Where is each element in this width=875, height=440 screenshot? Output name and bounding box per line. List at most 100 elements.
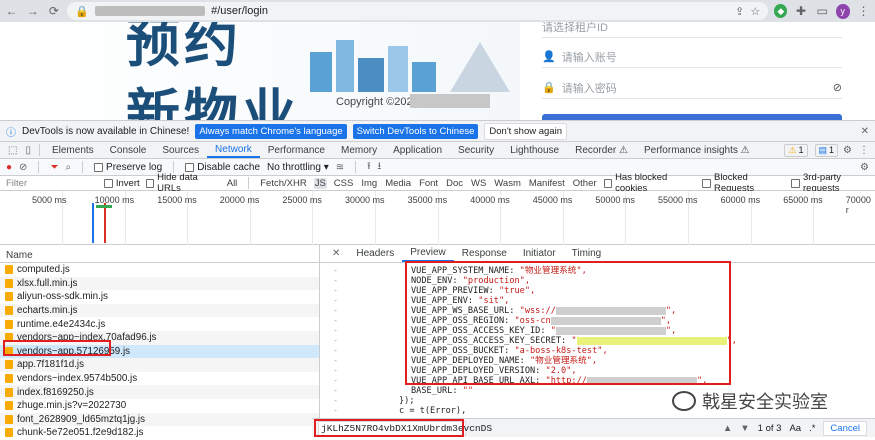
search-icon[interactable]: ⌕ [65, 162, 71, 173]
dont-show-again-button[interactable]: Don't show again [484, 122, 567, 140]
tab-network[interactable]: Network [207, 142, 260, 158]
request-row[interactable]: font_2628909_ld65mztq1jg.js [0, 412, 319, 427]
filter-type-media[interactable]: Media [384, 178, 412, 189]
inspect-element-icon[interactable]: ⬚ [4, 145, 21, 156]
preserve-log-checkbox[interactable]: Preserve log [94, 162, 162, 173]
request-row[interactable]: zhuge.min.js?v=2022730 [0, 399, 319, 413]
forward-icon[interactable]: → [25, 3, 40, 19]
filter-type-fetch-xhr[interactable]: Fetch/XHR [259, 178, 307, 189]
tab-preview[interactable]: Preview [402, 245, 454, 262]
request-row[interactable]: chunk-5e72e051.f2e9d182.js [0, 426, 319, 440]
close-detail-icon[interactable]: ✕ [324, 245, 348, 262]
filter-icon[interactable]: ⏷ [50, 162, 58, 173]
account-field[interactable]: 👤 请输入账号 [542, 46, 842, 68]
puzzle-extensions-icon[interactable]: ✚ [793, 3, 808, 19]
request-row[interactable]: echarts.min.js [0, 303, 319, 318]
record-icon[interactable]: ● [6, 162, 12, 173]
request-row[interactable]: app.7f181f1d.js [0, 358, 319, 372]
filter-type-font[interactable]: Font [418, 178, 439, 189]
password-field[interactable]: 🔒 请输入密码 ⊘ [542, 77, 842, 99]
settings-gear-icon[interactable]: ⚙ [841, 145, 854, 156]
request-row[interactable]: vendors~app~index.70afad96.js [0, 330, 319, 345]
request-name: zhuge.min.js?v=2022730 [17, 400, 127, 412]
filter-type-doc[interactable]: Doc [445, 178, 464, 189]
extension-icon[interactable]: ◆ [774, 4, 788, 18]
tab-timing[interactable]: Timing [564, 245, 610, 262]
tab-security[interactable]: Security [450, 142, 502, 158]
import-har-icon[interactable]: ⭱ [367, 159, 371, 176]
profile-avatar[interactable]: y [835, 3, 850, 19]
warnings-badge[interactable]: ⚠ 1 [784, 143, 808, 157]
filter-type-img[interactable]: Img [360, 178, 378, 189]
clear-icon[interactable]: ⊘ [19, 162, 27, 173]
name-column-header[interactable]: Name [0, 249, 319, 263]
request-row[interactable]: runtime.e4e2434c.js [0, 317, 319, 331]
detail-tabs: ✕ Headers Preview Response Initiator Tim… [320, 245, 875, 263]
close-icon[interactable]: ✕ [861, 126, 869, 137]
filter-type-all[interactable]: All [226, 178, 239, 189]
always-match-language-button[interactable]: Always match Chrome's language [195, 123, 347, 139]
search-input[interactable]: jKLhZ5N7RO4vbDX1XmUbrdm3evcnDS [318, 420, 492, 436]
timeline-tick-label: 55000 ms [658, 195, 698, 205]
filter-type-other[interactable]: Other [572, 178, 598, 189]
timeline-tick-label: 65000 ms [783, 195, 823, 205]
messages-badge[interactable]: ▤ 1 [814, 143, 839, 157]
filter-type-manifest[interactable]: Manifest [528, 178, 566, 189]
filter-type-js[interactable]: JS [313, 177, 327, 189]
network-timeline-overview[interactable]: 5000 ms 10000 ms 15000 ms 20000 ms 25000 ms 3… [0, 191, 875, 245]
tab-headers[interactable]: Headers [348, 245, 402, 262]
tab-response[interactable]: Response [454, 245, 515, 262]
device-toolbar-icon[interactable]: ▯ [21, 145, 35, 156]
bookmark-star-icon[interactable]: ☆ [750, 5, 760, 18]
filter-type-wasm[interactable]: Wasm [493, 178, 522, 189]
search-down-icon[interactable]: ▼ [740, 423, 749, 434]
tab-performance-insights[interactable]: Performance insights ⚠ [636, 142, 758, 158]
city-buildings-illustration [310, 40, 510, 92]
tab-performance[interactable]: Performance [260, 142, 333, 158]
request-row[interactable]: vendors~app.57126959.js [0, 344, 319, 359]
tenant-placeholder: 请选择租户ID [542, 22, 608, 34]
tab-elements[interactable]: Elements [44, 142, 102, 158]
regex-button[interactable]: .* [809, 423, 815, 434]
request-row[interactable]: vendors~index.9574b500.js [0, 372, 319, 386]
filter-input[interactable]: Filter [6, 178, 98, 189]
request-row[interactable]: computed.js [0, 263, 319, 277]
search-cancel-button[interactable]: Cancel [823, 420, 867, 436]
tab-initiator[interactable]: Initiator [515, 245, 564, 262]
throttling-select[interactable]: No throttling ▾ [267, 162, 329, 173]
reload-icon[interactable]: ⟳ [46, 3, 61, 19]
switch-to-chinese-button[interactable]: Switch DevTools to Chinese [352, 123, 479, 139]
tab-sources[interactable]: Sources [154, 142, 207, 158]
filter-type-css[interactable]: CSS [333, 178, 355, 189]
tenant-select[interactable]: 请选择租户ID [542, 22, 842, 38]
request-row[interactable]: xlsx.full.min.js [0, 276, 319, 291]
request-row[interactable]: aliyun-oss-sdk.min.js [0, 290, 319, 304]
share-icon[interactable]: ⇪ [735, 5, 744, 18]
disable-cache-checkbox[interactable]: Disable cache [185, 162, 260, 173]
menu-kebab-icon[interactable]: ⋮ [856, 3, 871, 19]
filter-type-ws[interactable]: WS [470, 178, 487, 189]
invert-checkbox[interactable]: Invert [103, 178, 140, 189]
tab-recorder[interactable]: Recorder ⚠ [567, 142, 636, 158]
timeline-tick-label: 50000 ms [595, 195, 635, 205]
sidebar-icon[interactable]: ▭ [815, 3, 830, 19]
tab-memory[interactable]: Memory [333, 142, 385, 158]
request-name: vendors~app~index.70afad96.js [17, 332, 157, 344]
match-case-button[interactable]: Aa [789, 423, 801, 434]
hero-title-line1: 预约 [126, 22, 242, 74]
request-row[interactable]: index.f8169250.js [0, 385, 319, 399]
network-conditions-icon[interactable]: ≋ [336, 162, 344, 173]
back-icon[interactable]: ← [4, 3, 19, 19]
search-up-icon[interactable]: ▲ [723, 423, 732, 434]
address-bar[interactable]: 🔒 #/user/login ⇪ ☆ [67, 2, 769, 20]
tab-console[interactable]: Console [102, 142, 155, 158]
env-key: VUE_APP_DEPLOYED_VERSION: [411, 366, 546, 376]
env-value: "oss-cn [514, 316, 551, 326]
tab-lighthouse[interactable]: Lighthouse [502, 142, 567, 158]
env-key: VUE_APP_OSS_BUCKET: [411, 346, 515, 356]
network-settings-icon[interactable]: ⚙ [860, 162, 875, 173]
export-har-icon[interactable]: ⭳ [378, 159, 382, 176]
eye-hidden-icon[interactable]: ⊘ [833, 81, 842, 94]
tab-application[interactable]: Application [385, 142, 450, 158]
more-options-icon[interactable]: ⋮ [857, 145, 871, 156]
